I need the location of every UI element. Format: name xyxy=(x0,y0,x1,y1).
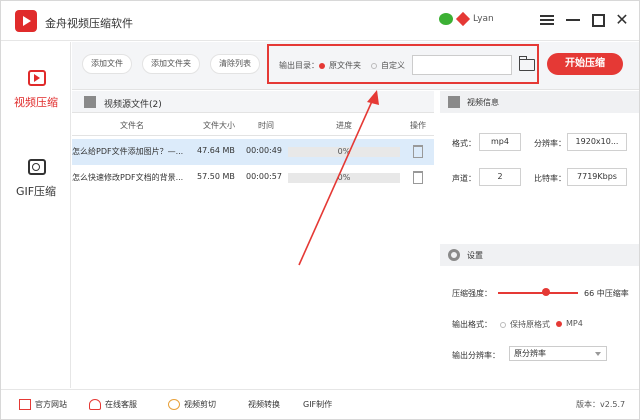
progress-bar: 0% xyxy=(288,147,400,157)
file-table-header: 文件名 文件大小 时间 进度 操作 xyxy=(72,114,434,136)
settings-header: 设置 xyxy=(440,244,639,266)
file-name: 怎么给PDF文件添加图片？—... xyxy=(72,147,184,156)
compression-slider-handle[interactable] xyxy=(542,288,550,296)
video-cut-label: 视频剪切 xyxy=(184,400,216,409)
app-window: 金舟视频压缩软件 Lyan ✕ 视频压缩 GIF压缩 添加文件 添加文件夹 清除… xyxy=(0,0,640,420)
gif-image-icon xyxy=(28,159,46,175)
delete-icon[interactable] xyxy=(413,171,423,184)
file-list-header: 视频源文件(2) xyxy=(72,91,434,113)
radio-selected-icon xyxy=(556,320,562,327)
video-compress-icon xyxy=(28,70,46,86)
file-name: 怎么快速修改PDF文档的背景... xyxy=(72,173,184,182)
file-size: 57.50 MB xyxy=(197,172,235,181)
file-duration: 00:00:57 xyxy=(246,172,282,181)
folder-open-icon[interactable] xyxy=(519,56,535,71)
file-size: 47.64 MB xyxy=(197,146,235,155)
output-directory-box: 输出目录： 原文件夹 自定义 xyxy=(267,44,539,84)
radio-source-label: 原文件夹 xyxy=(329,61,361,70)
progress-bar: 0% xyxy=(288,173,400,183)
compression-slider-track[interactable] xyxy=(498,292,578,294)
bitrate-label: 比特率： xyxy=(534,174,566,183)
video-info-header: 视频信息 xyxy=(440,91,639,113)
video-source-icon xyxy=(84,96,96,108)
radio-source-folder[interactable]: 原文件夹 xyxy=(319,60,361,71)
app-title: 金舟视频压缩软件 xyxy=(45,17,133,30)
username[interactable]: Lyan xyxy=(473,14,494,24)
output-format-label: 输出格式： xyxy=(452,320,492,329)
column-header-time: 时间 xyxy=(258,121,274,130)
online-support-label: 在线客服 xyxy=(105,400,137,409)
radio-keep-format[interactable]: 保持原格式 xyxy=(500,319,550,330)
start-compress-button[interactable]: 开始压缩 xyxy=(547,53,623,75)
table-row[interactable]: 怎么快速修改PDF文档的背景... 57.50 MB 00:00:57 0% xyxy=(72,165,434,191)
resolution-value: 1920x10... xyxy=(567,133,627,151)
resolution-label: 分辨率： xyxy=(534,139,566,148)
sidebar-item-label: 视频压缩 xyxy=(14,96,58,109)
compression-strength-label: 压缩强度： xyxy=(452,289,492,298)
file-duration: 00:00:49 xyxy=(246,146,282,155)
compression-strength-value: 66 中压缩率 xyxy=(584,289,629,298)
radio-unselected-icon xyxy=(371,62,377,69)
menu-icon[interactable] xyxy=(538,11,556,29)
vip-diamond-icon[interactable] xyxy=(455,11,471,27)
output-resolution-label: 输出分辨率： xyxy=(452,351,500,360)
app-logo-icon xyxy=(15,10,37,32)
output-path-input[interactable] xyxy=(412,55,512,75)
clear-list-button[interactable]: 清除列表 xyxy=(210,54,260,74)
video-convert-link[interactable]: 视频转换 xyxy=(248,399,280,410)
support-person-icon xyxy=(89,399,101,410)
minimize-icon[interactable] xyxy=(564,11,582,29)
video-cut-link[interactable]: 视频剪切 xyxy=(168,399,216,410)
radio-custom-folder[interactable]: 自定义 xyxy=(371,60,405,71)
radio-mp4-label: MP4 xyxy=(566,319,583,328)
radio-custom-label: 自定义 xyxy=(381,61,405,70)
video-info-icon xyxy=(448,96,460,108)
column-header-size: 文件大小 xyxy=(203,121,235,130)
column-header-name: 文件名 xyxy=(120,121,144,130)
maximize-icon[interactable] xyxy=(589,11,607,29)
toolbar: 添加文件 添加文件夹 清除列表 输出目录： 原文件夹 自定义 开始压缩 xyxy=(72,42,639,90)
official-site-label: 官方网站 xyxy=(35,400,67,409)
video-cut-icon xyxy=(168,399,180,410)
add-folder-button[interactable]: 添加文件夹 xyxy=(142,54,200,74)
radio-unselected-icon xyxy=(500,321,506,328)
wechat-icon[interactable] xyxy=(439,13,453,25)
official-site-link[interactable]: 官方网站 xyxy=(19,399,67,410)
channel-value: 2 xyxy=(479,168,521,186)
close-icon[interactable]: ✕ xyxy=(613,11,631,29)
sidebar: 视频压缩 GIF压缩 xyxy=(1,42,71,388)
output-resolution-select[interactable]: 原分辨率 xyxy=(509,346,607,361)
add-file-button[interactable]: 添加文件 xyxy=(82,54,132,74)
sidebar-item-label: GIF压缩 xyxy=(15,185,57,198)
radio-selected-icon xyxy=(319,62,325,69)
video-info-title: 视频信息 xyxy=(467,98,499,107)
gear-icon xyxy=(448,249,460,261)
column-header-action: 操作 xyxy=(410,121,426,130)
format-value: mp4 xyxy=(479,133,521,151)
sidebar-item-gif-compress[interactable]: GIF压缩 xyxy=(1,137,71,221)
file-list-title: 视频源文件(2) xyxy=(104,100,162,110)
settings-title: 设置 xyxy=(467,251,483,260)
delete-icon[interactable] xyxy=(413,145,423,158)
version-text: 版本：v2.5.7 xyxy=(576,400,626,409)
gif-make-link[interactable]: GIF制作 xyxy=(303,399,332,410)
online-support-link[interactable]: 在线客服 xyxy=(89,399,137,410)
table-row[interactable]: 怎么给PDF文件添加图片？—... 47.64 MB 00:00:49 0% xyxy=(72,139,434,165)
column-header-progress: 进度 xyxy=(336,121,352,130)
channel-label: 声道： xyxy=(452,174,476,183)
monitor-icon xyxy=(19,399,31,410)
output-directory-label: 输出目录： xyxy=(279,61,319,70)
title-bar: 金舟视频压缩软件 Lyan ✕ xyxy=(1,1,639,41)
bottom-bar: 官方网站 在线客服 视频剪切 视频转换 GIF制作 版本：v2.5.7 xyxy=(1,389,639,419)
sidebar-item-video-compress[interactable]: 视频压缩 xyxy=(1,48,71,132)
bitrate-value: 7719Kbps xyxy=(567,168,627,186)
radio-mp4[interactable]: MP4 xyxy=(556,319,583,328)
radio-keep-format-label: 保持原格式 xyxy=(510,320,550,329)
format-label: 格式： xyxy=(452,139,476,148)
